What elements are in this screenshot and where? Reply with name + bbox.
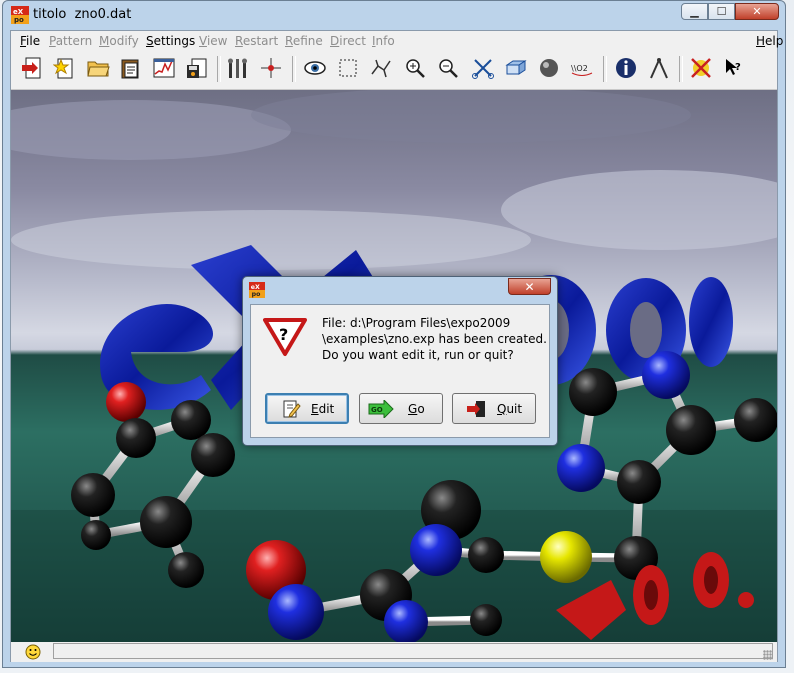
window-title: titolo zno0.dat [33, 7, 132, 22]
clipboard-icon[interactable] [117, 54, 145, 82]
status-text [54, 649, 58, 662]
svg-text:?: ? [735, 62, 741, 73]
menu-bar: File Pattern Modify Settings View Restar… [11, 31, 783, 50]
toolbar-separator [292, 56, 296, 82]
dialog-message-line: Do you want edit it, run or quit? [322, 348, 514, 362]
status-panel [53, 643, 773, 659]
zoom-in-icon[interactable] [401, 54, 429, 82]
maximize-button[interactable]: ☐ [708, 3, 735, 20]
menu-refine[interactable]: Refine [285, 34, 323, 48]
compass-icon[interactable] [645, 54, 673, 82]
menu-info[interactable]: Info [372, 34, 395, 48]
close-button[interactable]: ✕ [735, 3, 779, 20]
toolbar-separator [679, 56, 683, 82]
label-icon-text: \\O2 [571, 64, 588, 73]
stop-icon[interactable] [687, 54, 715, 82]
edit-pencil-icon [283, 400, 301, 418]
dialog-close-button[interactable]: ✕ [508, 278, 551, 295]
tools-icon[interactable] [224, 54, 252, 82]
selection-icon[interactable] [334, 54, 362, 82]
menu-pattern[interactable]: Pattern [49, 34, 92, 48]
dialog-message-line: File: d:\Program Files\expo2009 [322, 316, 511, 330]
minimize-button[interactable]: ▁ [681, 3, 708, 20]
info-icon[interactable] [612, 54, 640, 82]
folder-icon[interactable] [84, 54, 112, 82]
menu-view[interactable]: View [199, 34, 227, 48]
edit-button-label: Edit [311, 401, 335, 416]
warning-question-icon: ? [263, 318, 307, 356]
go-button[interactable]: GO Go [359, 393, 443, 424]
menu-modify[interactable]: Modify [99, 34, 139, 48]
menu-settings[interactable]: Settings [146, 34, 195, 48]
toolbar-separator [217, 56, 221, 82]
svg-text:eX: eX [13, 8, 24, 16]
go-arrow-icon: GO [368, 399, 394, 418]
whats-this-icon[interactable]: ? [720, 54, 748, 82]
svg-text:po: po [14, 16, 24, 24]
svg-text:?: ? [279, 325, 288, 344]
expo-app-icon: eX po [249, 282, 265, 298]
open-file-icon[interactable] [18, 54, 46, 82]
scissors-icon[interactable] [469, 54, 497, 82]
menu-file[interactable]: File [20, 34, 40, 48]
save-disk-icon[interactable] [183, 54, 211, 82]
molecule-icon[interactable] [367, 54, 395, 82]
svg-text:eX: eX [251, 284, 260, 291]
window-controls: ▁ ☐ ✕ [681, 3, 779, 21]
resize-grip[interactable] [763, 650, 773, 660]
menu-help[interactable]: Help [756, 34, 783, 48]
toolbar-separator [603, 56, 607, 82]
status-bar [11, 642, 777, 662]
menu-restart[interactable]: Restart [235, 34, 278, 48]
expo-app-icon[interactable]: eX po [11, 6, 29, 24]
go-button-label: Go [408, 401, 425, 416]
dialog-message: File: d:\Program Files\expo2009 \example… [322, 315, 550, 363]
eye-icon[interactable] [301, 54, 329, 82]
quit-button-label: Quit [497, 401, 523, 416]
menu-direct[interactable]: Direct [330, 34, 366, 48]
go-icon-text: GO [371, 406, 383, 414]
label-icon[interactable]: \\O2 [568, 54, 596, 82]
new-file-icon[interactable] [51, 54, 79, 82]
crosshair-icon[interactable] [257, 54, 285, 82]
cell-icon[interactable] [502, 54, 530, 82]
svg-text:po: po [252, 291, 261, 298]
zoom-out-icon[interactable] [434, 54, 462, 82]
title-bar[interactable]: eX po titolo zno0.dat ▁ ☐ ✕ [3, 1, 785, 29]
quit-button[interactable]: Quit [452, 393, 536, 424]
file-created-dialog: eX po ✕ ? File: d:\Program Files\expo200… [242, 276, 558, 446]
pattern-chart-icon[interactable] [150, 54, 178, 82]
dialog-body: ? File: d:\Program Files\expo2009 \examp… [250, 304, 550, 438]
exit-door-icon [467, 400, 485, 417]
edit-button[interactable]: Edit [265, 393, 349, 424]
smiley-icon [25, 644, 41, 660]
dialog-message-line: \examples\zno.exp has been created. [322, 332, 547, 346]
toolbar: \\O2 ? [11, 50, 777, 90]
sphere-icon[interactable] [535, 54, 563, 82]
